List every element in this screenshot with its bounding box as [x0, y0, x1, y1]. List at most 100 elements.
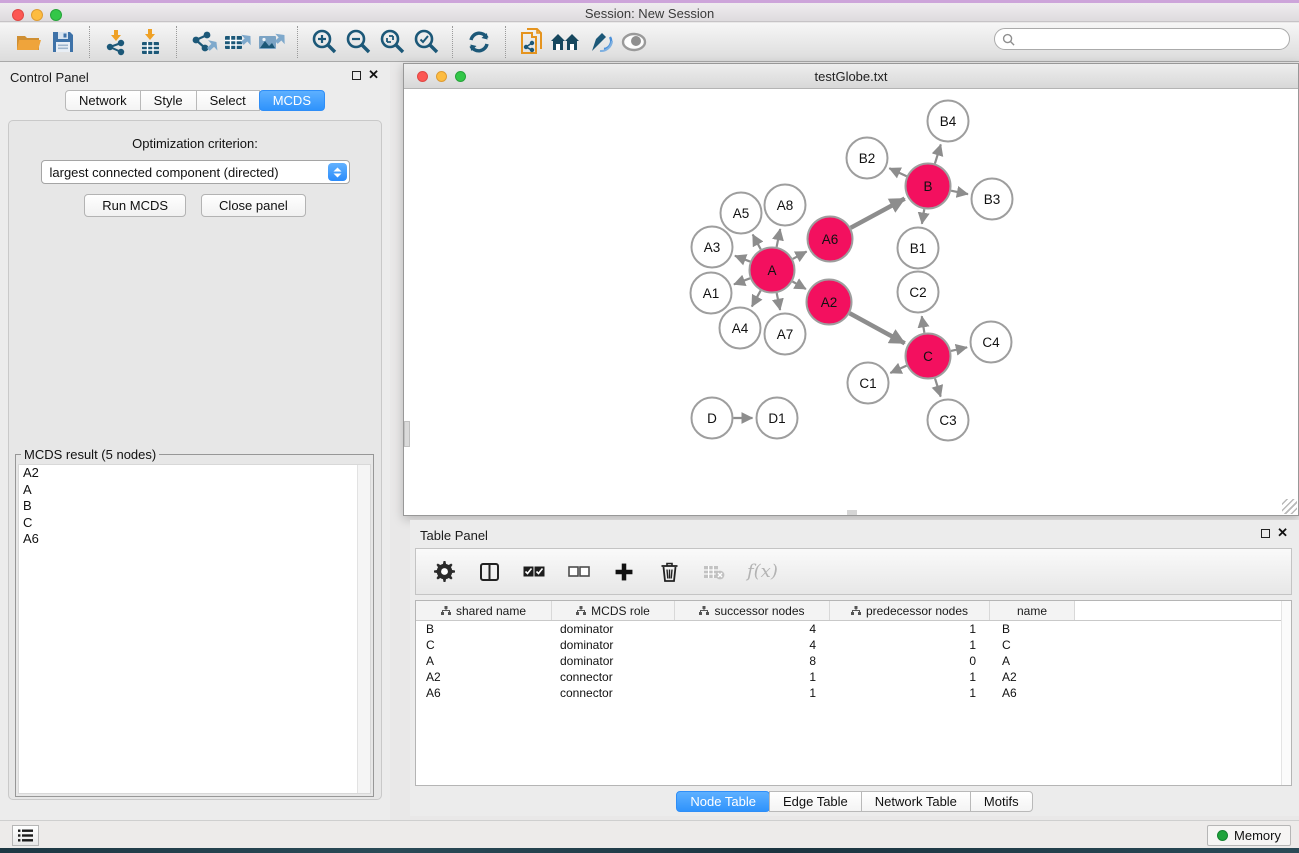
tab-mcds[interactable]: MCDS [259, 90, 325, 111]
refresh-view-button[interactable] [462, 26, 496, 58]
graph-node-A6[interactable]: A6 [808, 217, 853, 262]
deselect-all-button[interactable] [567, 560, 591, 584]
graph-node-C1[interactable]: C1 [848, 363, 889, 404]
graph-node-A1[interactable]: A1 [691, 273, 732, 314]
graph-edge-A6-B[interactable] [851, 199, 905, 228]
float-panel-icon[interactable] [352, 71, 361, 80]
graph-node-B[interactable]: B [906, 164, 951, 209]
canvas-bottom-scrollbar[interactable] [847, 510, 857, 515]
graph-node-A7[interactable]: A7 [765, 314, 806, 355]
show-eye-button[interactable] [617, 26, 651, 58]
duplicate-network-button[interactable] [515, 26, 549, 58]
graph-edge-C-C4[interactable] [951, 347, 967, 351]
tab-network[interactable]: Network [65, 90, 141, 111]
network-window-titlebar[interactable]: testGlobe.txt [404, 64, 1298, 89]
select-all-button[interactable] [522, 560, 546, 584]
graph-edge-C-C3[interactable] [935, 378, 941, 396]
graph-node-A3[interactable]: A3 [692, 227, 733, 268]
list-scrollbar[interactable] [357, 465, 370, 793]
graph-node-C4[interactable]: C4 [971, 322, 1012, 363]
graph-node-B2[interactable]: B2 [847, 138, 888, 179]
graph-edge-A-A8[interactable] [777, 229, 781, 247]
column-header-predecessor-nodes[interactable]: predecessor nodes [830, 601, 990, 620]
zoom-fit-button[interactable] [375, 26, 409, 58]
graph-edge-C-C1[interactable] [890, 366, 906, 373]
column-header-name[interactable]: name [990, 601, 1075, 620]
table-row[interactable]: Adominator80A [416, 653, 1291, 669]
home-view-button[interactable] [549, 26, 583, 58]
graph-edge-A-A7[interactable] [777, 293, 780, 310]
column-selector-button[interactable] [477, 560, 501, 584]
graph-edge-B-B3[interactable] [951, 191, 968, 194]
tab-motifs[interactable]: Motifs [970, 791, 1033, 812]
delete-column-button[interactable] [657, 560, 681, 584]
graph-edge-C-C2[interactable] [922, 316, 925, 333]
graph-edge-A-A4[interactable] [752, 291, 761, 307]
graph-edge-A-A3[interactable] [735, 256, 750, 262]
graph-node-B4[interactable]: B4 [928, 101, 969, 142]
table-row[interactable]: A2connector11A2 [416, 669, 1291, 685]
graph-node-A2[interactable]: A2 [807, 280, 852, 325]
tab-style[interactable]: Style [140, 90, 197, 111]
zoom-in-button[interactable] [307, 26, 341, 58]
close-panel-icon[interactable]: ✕ [1277, 525, 1288, 541]
graph-node-A[interactable]: A [750, 248, 795, 293]
table-row[interactable]: Cdominator41C [416, 637, 1291, 653]
tab-select[interactable]: Select [196, 90, 260, 111]
task-history-button[interactable] [12, 825, 39, 846]
graph-node-D[interactable]: D [692, 398, 733, 439]
column-header-MCDS-role[interactable]: MCDS role [552, 601, 675, 620]
graph-edge-A-A5[interactable] [753, 235, 761, 250]
graph-node-A5[interactable]: A5 [721, 193, 762, 234]
graph-node-D1[interactable]: D1 [757, 398, 798, 439]
tab-node-table[interactable]: Node Table [676, 791, 770, 812]
import-table-button[interactable] [133, 26, 167, 58]
graph-edge-B-B2[interactable] [889, 168, 906, 176]
close-panel-icon[interactable]: ✕ [368, 67, 379, 83]
memory-button[interactable]: Memory [1207, 825, 1291, 846]
graph-edge-B-B4[interactable] [935, 144, 941, 163]
graph-node-C2[interactable]: C2 [898, 272, 939, 313]
save-session-button[interactable] [46, 26, 80, 58]
mcds-result-item[interactable]: C [19, 515, 370, 532]
mcds-result-item[interactable]: A6 [19, 531, 370, 548]
graph-node-A8[interactable]: A8 [765, 185, 806, 226]
graph-edge-A-A1[interactable] [734, 278, 750, 284]
graph-edge-B-B1[interactable] [922, 209, 924, 224]
network-canvas[interactable]: A A1 A2 A3 A4 A5 A6 A7 A8 B B1 B2 B3B4 C C1 C2 C3C4 D D1 [404, 89, 1298, 515]
tab-edge-table[interactable]: Edge Table [769, 791, 862, 812]
window-resize-grip[interactable] [1282, 499, 1297, 514]
export-image-button[interactable] [254, 26, 288, 58]
mcds-result-item[interactable]: A [19, 482, 370, 499]
graph-node-C[interactable]: C [906, 334, 951, 379]
optimization-criterion-select[interactable]: largest connected component (directed) [41, 160, 350, 184]
float-panel-icon[interactable] [1261, 529, 1270, 538]
graph-edge-A-A2[interactable] [792, 282, 805, 290]
graph-node-A4[interactable]: A4 [720, 308, 761, 349]
mcds-result-list[interactable]: A2ABCA6 [18, 464, 371, 794]
open-session-button[interactable] [12, 26, 46, 58]
canvas-left-scrollbar[interactable] [404, 421, 410, 447]
tab-network-table[interactable]: Network Table [861, 791, 971, 812]
export-network-button[interactable] [186, 26, 220, 58]
graph-node-C3[interactable]: C3 [928, 400, 969, 441]
mcds-result-item[interactable]: A2 [19, 465, 370, 482]
table-scrollbar[interactable] [1281, 601, 1291, 785]
column-header-shared-name[interactable]: shared name [416, 601, 552, 620]
graph-edge-A2-C[interactable] [850, 313, 905, 343]
column-header-successor-nodes[interactable]: successor nodes [675, 601, 830, 620]
zoom-out-button[interactable] [341, 26, 375, 58]
run-mcds-button[interactable]: Run MCDS [84, 194, 186, 217]
close-panel-button[interactable]: Close panel [201, 194, 306, 217]
graph-edge-A-A6[interactable] [793, 251, 807, 258]
graph-node-B3[interactable]: B3 [972, 179, 1013, 220]
import-network-button[interactable] [99, 26, 133, 58]
search-field[interactable] [994, 28, 1290, 50]
mcds-result-item[interactable]: B [19, 498, 370, 515]
add-column-button[interactable] [612, 560, 636, 584]
table-settings-button[interactable] [432, 560, 456, 584]
export-table-button[interactable] [220, 26, 254, 58]
table-row[interactable]: A6connector11A6 [416, 685, 1291, 701]
graph-node-B1[interactable]: B1 [898, 228, 939, 269]
search-input[interactable] [1015, 32, 1265, 46]
